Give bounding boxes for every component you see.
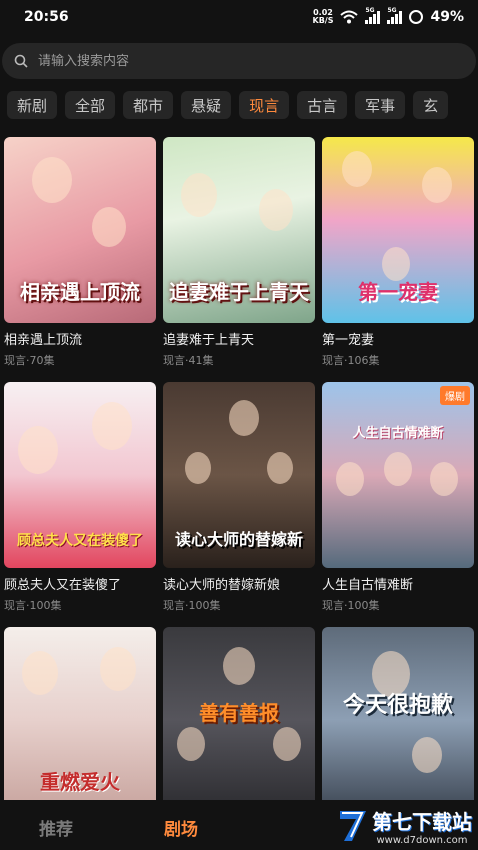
- poster-title: 相亲遇上顶流: [20, 280, 140, 304]
- poster-title: 读心大师的替嫁新: [174, 530, 303, 549]
- drama-poster[interactable]: 追妻难于上青天: [163, 137, 315, 323]
- watermark: 第七下载站 www.d7down.com: [338, 806, 472, 846]
- drama-poster[interactable]: 第一宠妻: [322, 137, 474, 323]
- nav-theater[interactable]: 剧场: [164, 815, 198, 840]
- wifi-icon: [340, 10, 359, 24]
- drama-card[interactable]: 相亲遇上顶流 相亲遇上顶流 现言·70集: [4, 137, 156, 368]
- bottom-nav: 推荐 剧场 第七下载站 www.d7down.com: [0, 800, 478, 850]
- category-tabs: 新剧 全部 都市 悬疑 现言 古言 军事 玄: [0, 91, 478, 119]
- drama-title: 顾总夫人又在装傻了: [4, 578, 122, 593]
- tab-category[interactable]: 玄: [413, 91, 449, 119]
- drama-card[interactable]: 第一宠妻 第一宠妻 现言·106集: [322, 137, 474, 368]
- hot-badge: 爆剧: [440, 386, 470, 405]
- search-bar[interactable]: [2, 43, 476, 79]
- drama-meta: 现言·106集: [322, 354, 380, 367]
- poster-title: 今天很抱歉: [342, 693, 453, 718]
- drama-card[interactable]: 重燃爱火: [4, 627, 156, 813]
- poster-title: 第一宠妻: [358, 280, 438, 304]
- nav-recommend[interactable]: 推荐: [39, 815, 73, 840]
- poster-title: 追妻难于上青天: [169, 280, 309, 304]
- tab-category[interactable]: 悬疑: [181, 91, 232, 119]
- drama-title: 相亲遇上顶流: [4, 333, 83, 348]
- drama-card[interactable]: 读心大师的替嫁新 读心大师的替嫁新娘 现言·100集: [163, 382, 315, 613]
- tab-category[interactable]: 全部: [65, 91, 116, 119]
- watermark-text: 第七下载站 www.d7down.com: [372, 810, 472, 846]
- drama-title: 人生自古情难断: [322, 578, 414, 593]
- drama-meta: 现言·100集: [4, 599, 62, 612]
- status-bar: 20:56 0.02 KB/S 5G 5G 49%: [0, 0, 478, 34]
- search-input[interactable]: [36, 52, 464, 70]
- tab-category[interactable]: 都市: [123, 91, 174, 119]
- drama-poster[interactable]: 重燃爱火: [4, 627, 156, 813]
- drama-meta: 现言·41集: [163, 354, 214, 367]
- drama-title: 第一宠妻: [322, 333, 375, 348]
- drama-meta: 现言·100集: [322, 599, 380, 612]
- poster-title: 善有善报: [199, 701, 279, 725]
- drama-poster[interactable]: 读心大师的替嫁新: [163, 382, 315, 568]
- drama-title: 读心大师的替嫁新娘: [163, 578, 281, 593]
- status-time: 20:56: [24, 9, 69, 25]
- net-speed: 0.02 KB/S: [312, 8, 334, 25]
- tab-category[interactable]: 现言: [239, 91, 290, 119]
- drama-poster[interactable]: 顾总夫人又在装傻了: [4, 382, 156, 568]
- drama-grid: 相亲遇上顶流 相亲遇上顶流 现言·70集 追妻难于上青天 追妻难于上青天 现言·…: [4, 137, 474, 813]
- drama-poster[interactable]: 相亲遇上顶流: [4, 137, 156, 323]
- drama-meta: 现言·100集: [163, 599, 221, 612]
- battery-percent: 49%: [430, 9, 464, 25]
- drama-card[interactable]: 今天很抱歉: [322, 627, 474, 813]
- tab-category[interactable]: 古言: [297, 91, 348, 119]
- signal-icon-sim1: 5G: [365, 7, 381, 24]
- tab-category[interactable]: 新剧: [7, 91, 58, 119]
- drama-title: 追妻难于上青天: [163, 333, 255, 348]
- signal-icon-sim2: 5G: [387, 7, 403, 24]
- watermark-logo-icon: [340, 811, 366, 841]
- drama-card[interactable]: 爆剧 人生自古情难断 人生自古情难断 现言·100集: [322, 382, 474, 613]
- status-icons: 0.02 KB/S 5G 5G 49%: [312, 7, 465, 26]
- battery-icon: [409, 10, 424, 24]
- poster-title: 顾总夫人又在装傻了: [17, 533, 143, 549]
- drama-card[interactable]: 顾总夫人又在装傻了 顾总夫人又在装傻了 现言·100集: [4, 382, 156, 613]
- poster-title: 重燃爱火: [40, 770, 120, 794]
- drama-poster[interactable]: 爆剧 人生自古情难断: [322, 382, 474, 568]
- tab-category[interactable]: 军事: [355, 91, 406, 119]
- drama-card[interactable]: 善有善报: [163, 627, 315, 813]
- drama-meta: 现言·70集: [4, 354, 55, 367]
- drama-poster[interactable]: 今天很抱歉: [322, 627, 474, 813]
- search-icon: [14, 54, 28, 68]
- drama-card[interactable]: 追妻难于上青天 追妻难于上青天 现言·41集: [163, 137, 315, 368]
- poster-title: 人生自古情难断: [352, 426, 444, 441]
- drama-poster[interactable]: 善有善报: [163, 627, 315, 813]
